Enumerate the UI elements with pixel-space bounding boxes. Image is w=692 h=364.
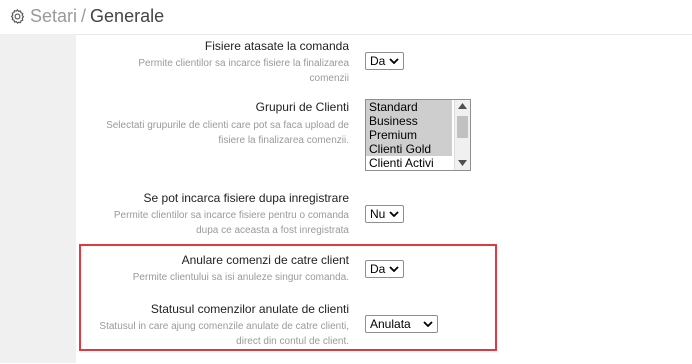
listbox-scrollbar[interactable] — [454, 100, 470, 170]
client-groups-listbox[interactable]: Standard Business Premium Clienti Gold C… — [365, 99, 471, 171]
page-header: Setari / Generale — [0, 0, 692, 34]
gear-icon — [10, 9, 25, 24]
select-value: Nu — [370, 207, 386, 221]
breadcrumb: Setari / Generale — [30, 4, 164, 28]
setting-label: Grupuri de Clienti — [255, 100, 349, 114]
left-sidebar — [0, 34, 76, 363]
help-line: dupa ce aceasta a fost inregistrata — [196, 225, 349, 236]
listbox-option[interactable]: Premium — [366, 128, 452, 142]
upload-after-register-select[interactable]: Nu — [365, 205, 405, 223]
listbox-option[interactable]: Clienti Gold — [366, 142, 452, 156]
highlight-box — [79, 244, 497, 351]
setting-label: Se pot incarca fisiere dupa inregistrare — [143, 191, 349, 205]
scroll-down-icon[interactable] — [458, 160, 467, 166]
chevron-down-icon — [389, 58, 399, 64]
listbox-option[interactable]: Standard — [366, 100, 452, 114]
setting-label: Fisiere atasate la comanda — [204, 39, 349, 53]
chevron-down-icon — [389, 211, 399, 217]
help-line: Selectati grupurile de clienti care pot … — [106, 120, 349, 131]
help-line: Permite clientilor sa incarce fisiere la… — [138, 58, 349, 69]
listbox-option[interactable]: Clienti Activi — [366, 156, 452, 170]
setting-help: Permite clientilor sa incarce fisiere pe… — [114, 208, 349, 238]
breadcrumb-section[interactable]: Setari — [30, 6, 77, 26]
listbox-option[interactable]: Business — [366, 114, 452, 128]
help-line: fisiere la finalizarea comenzii. — [218, 135, 349, 146]
page-title: Generale — [90, 6, 165, 26]
help-line: Permite clientilor sa incarce fisiere pe… — [113, 210, 349, 221]
setting-help: Permite clientilor sa incarce fisiere la… — [138, 56, 349, 86]
setting-help: Selectati grupurile de clienti care pot … — [106, 118, 349, 148]
help-line: comenzii — [309, 73, 349, 84]
attachments-select[interactable]: Da — [365, 52, 405, 70]
scroll-up-icon[interactable] — [458, 103, 467, 109]
select-value: Da — [370, 54, 386, 68]
breadcrumb-separator: / — [81, 6, 87, 26]
scrollbar-thumb[interactable] — [457, 116, 468, 138]
